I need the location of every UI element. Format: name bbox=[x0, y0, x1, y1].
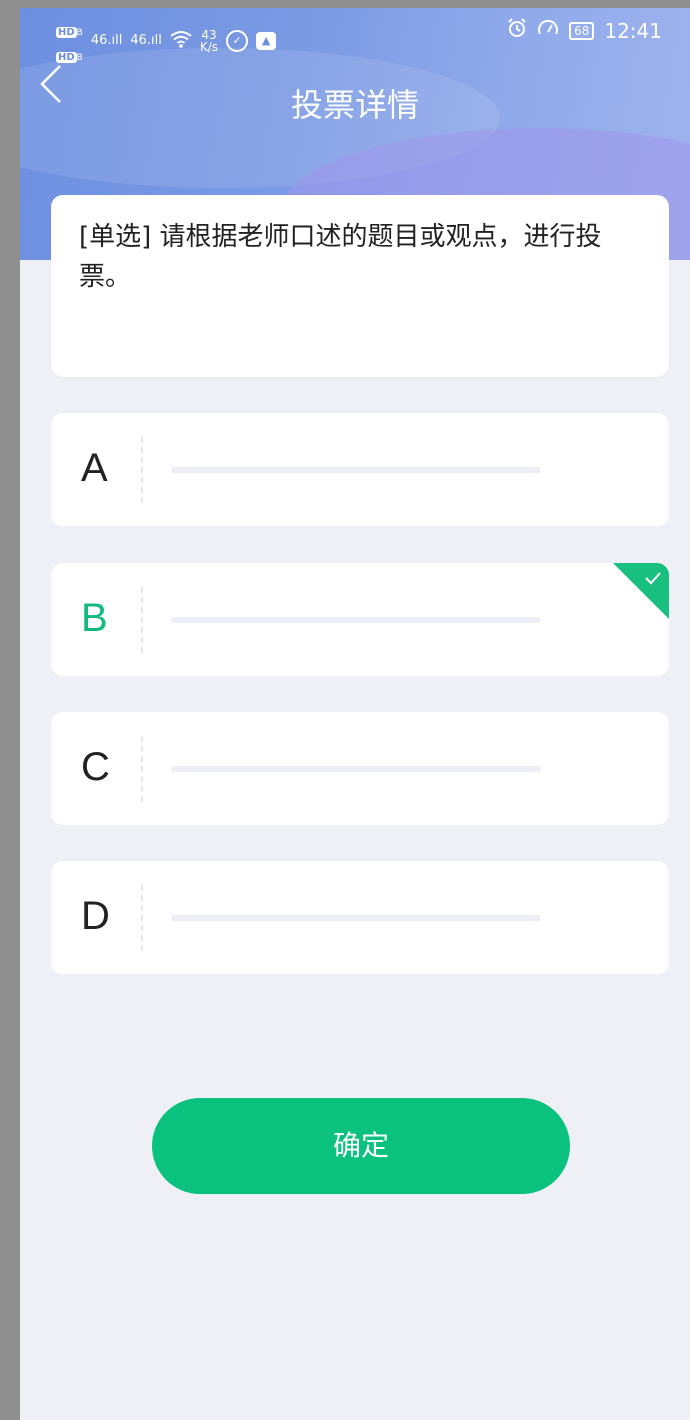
check-circle-icon: ✓ bbox=[226, 29, 249, 52]
option-text-placeholder bbox=[171, 915, 541, 921]
wifi-icon bbox=[170, 29, 192, 53]
question-card: [单选] 请根据老师口述的题目或观点，进行投票。 bbox=[51, 195, 669, 377]
hd-icon: HD B bbox=[56, 52, 83, 63]
signal-icon: 46.ıll bbox=[130, 33, 162, 48]
status-bar-left: HD B HD B 46.ıll 46.ıll 43 K/s ✓ ▲ bbox=[56, 16, 277, 65]
option-c[interactable]: C bbox=[51, 712, 669, 825]
option-letter: C bbox=[81, 745, 110, 789]
speed-meter-icon bbox=[537, 18, 559, 43]
signal-icon: 46.ıll bbox=[90, 33, 123, 48]
option-divider bbox=[141, 587, 143, 653]
page-title: 投票详情 bbox=[290, 86, 419, 124]
option-text-placeholder bbox=[171, 617, 541, 623]
option-d[interactable]: D bbox=[51, 861, 669, 974]
option-text-placeholder bbox=[171, 766, 541, 772]
app-screen: HD B HD B 46.ıll 46.ıll 43 K/s ✓ ▲ 68 12… bbox=[20, 8, 690, 1420]
network-speed: 43 K/s bbox=[199, 27, 219, 54]
option-a[interactable]: A bbox=[51, 413, 669, 526]
question-text: [单选] 请根据老师口述的题目或观点，进行投票。 bbox=[79, 222, 602, 292]
option-letter: A bbox=[81, 446, 108, 490]
clock: 12:41 bbox=[604, 18, 662, 43]
option-divider bbox=[141, 437, 143, 503]
option-letter: B bbox=[81, 596, 108, 640]
device-frame: HD B HD B 46.ıll 46.ıll 43 K/s ✓ ▲ 68 12… bbox=[0, 0, 690, 1420]
status-bar-right: 68 12:41 bbox=[507, 18, 662, 43]
option-text-placeholder bbox=[171, 467, 541, 473]
checkmark-icon bbox=[644, 569, 662, 587]
option-letter: D bbox=[81, 894, 110, 938]
battery-icon: 68 bbox=[569, 21, 595, 40]
option-divider bbox=[141, 736, 143, 802]
hd-icon: HD B bbox=[56, 27, 83, 38]
hd-indicators: HD B HD B bbox=[56, 16, 83, 65]
confirm-button[interactable]: 确定 bbox=[152, 1098, 570, 1194]
alarm-icon bbox=[507, 18, 527, 43]
app-notification-icon: ▲ bbox=[256, 31, 277, 50]
option-divider bbox=[141, 885, 143, 951]
option-b[interactable]: B bbox=[51, 563, 669, 676]
status-bar: HD B HD B 46.ıll 46.ıll 43 K/s ✓ ▲ 68 12… bbox=[20, 8, 690, 63]
